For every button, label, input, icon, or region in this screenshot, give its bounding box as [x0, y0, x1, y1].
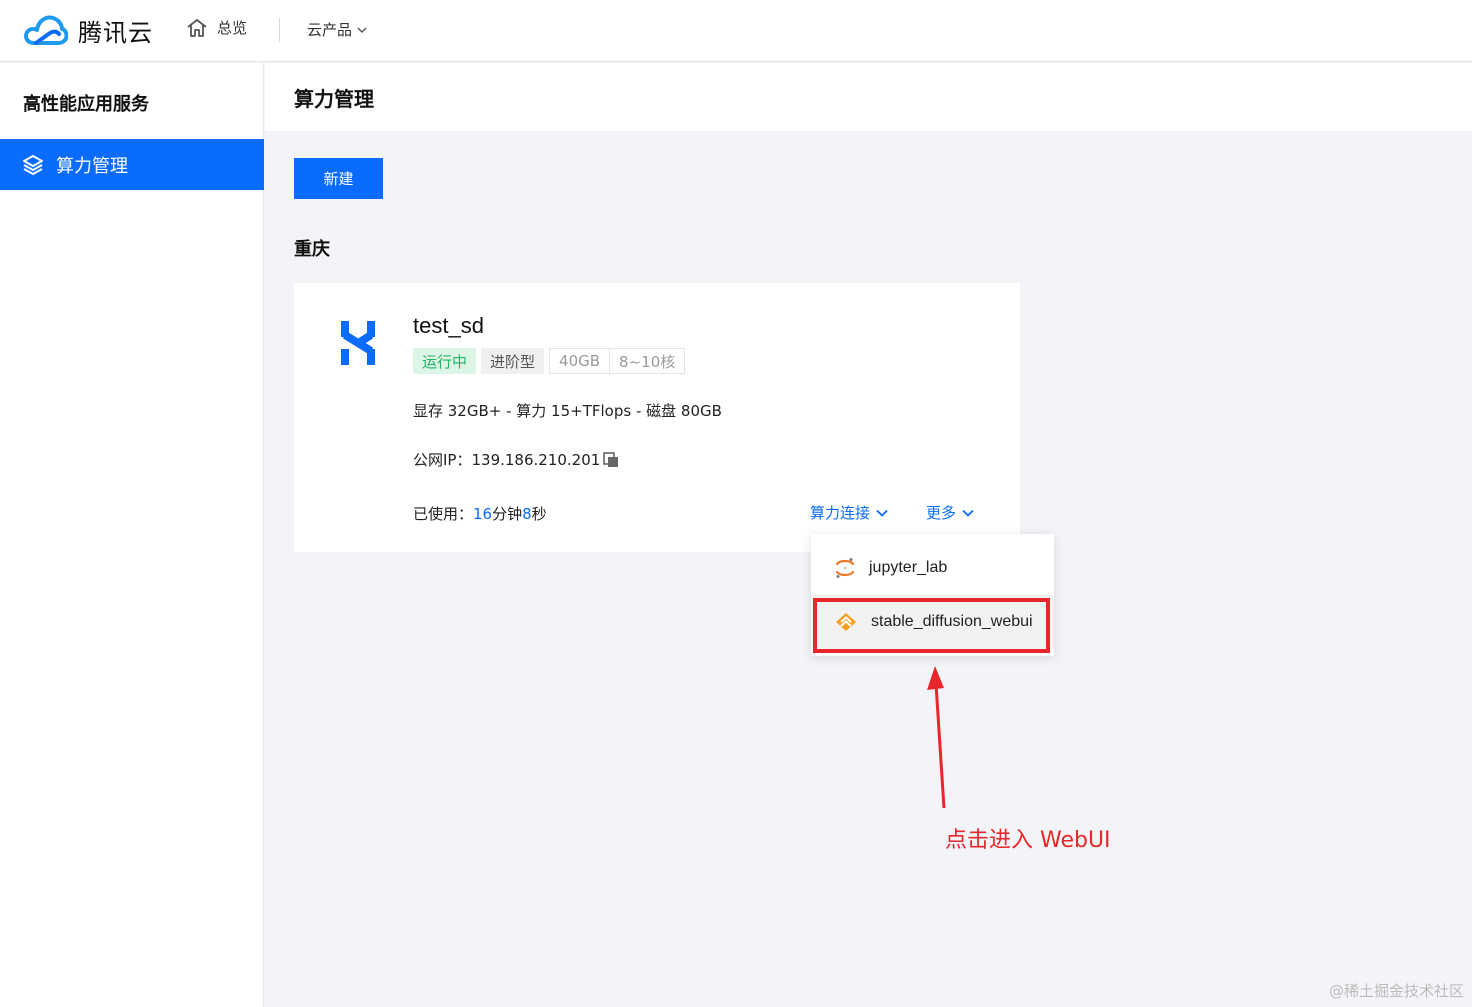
- more-label: 更多: [926, 504, 957, 522]
- gpu-memory-badge: 40GB: [549, 348, 611, 374]
- sidebar: 高性能应用服务 算力管理: [0, 63, 264, 1007]
- jupyter-icon: [835, 558, 855, 578]
- sidebar-item-label: 算力管理: [56, 155, 128, 177]
- menu-item-stable-diffusion-webui[interactable]: stable_diffusion_webui: [811, 595, 1054, 649]
- brand-logo[interactable]: 腾讯云: [22, 12, 153, 48]
- menu-item-label: jupyter_lab: [869, 559, 948, 576]
- nav-home-label: 总览: [217, 19, 248, 37]
- instance-specs: 显存 32GB+ - 算力 15+TFlops - 磁盘 80GB: [413, 402, 722, 420]
- menu-item-jupyter-lab[interactable]: jupyter_lab: [811, 541, 1054, 595]
- chevron-down-icon: [357, 26, 367, 33]
- nav-products[interactable]: 云产品: [307, 19, 367, 40]
- instance-logo-icon: [341, 321, 375, 365]
- annotation-arrow: [927, 666, 946, 809]
- page-title: 算力管理: [294, 87, 374, 111]
- cloud-logo-icon: [24, 15, 68, 45]
- connect-dropdown-menu: jupyter_lab stable_diffusion_webui: [811, 534, 1054, 656]
- usage-minute-unit: 分钟: [492, 505, 523, 523]
- connect-dropdown-link[interactable]: 算力连接: [810, 502, 888, 523]
- chevron-down-icon: [876, 509, 888, 517]
- usage-label: 已使用：: [413, 505, 474, 523]
- ip-label: 公网IP：: [413, 451, 472, 469]
- usage-minutes: 16: [473, 505, 493, 523]
- status-badge: 运行中: [413, 348, 477, 374]
- plan-badge: 进阶型: [481, 348, 545, 374]
- ip-row: 公网IP： 139.186.210.201: [413, 449, 619, 470]
- page-header: 算力管理: [265, 63, 1472, 131]
- usage-seconds: 8: [522, 505, 532, 523]
- connect-label: 算力连接: [810, 504, 871, 522]
- instance-name[interactable]: test_sd: [413, 313, 484, 339]
- brand-name: 腾讯云: [78, 18, 153, 47]
- instance-tags: 运行中 进阶型 40GB 8~10核: [413, 348, 690, 374]
- chevron-down-icon: [962, 509, 974, 517]
- top-bar: 腾讯云 总览 云产品: [0, 0, 1472, 62]
- menu-item-label: stable_diffusion_webui: [871, 613, 1033, 630]
- usage-row: 已使用：16分钟8秒: [413, 503, 547, 524]
- region-title: 重庆: [294, 239, 330, 260]
- annotation-text: 点击进入 WebUI: [945, 828, 1111, 853]
- more-dropdown-link[interactable]: 更多: [926, 502, 974, 523]
- sidebar-title: 高性能应用服务: [23, 94, 149, 115]
- copy-icon[interactable]: [603, 451, 619, 468]
- watermark: @稀土掘金技术社区: [1328, 982, 1464, 1000]
- layers-icon: [23, 154, 43, 175]
- stable-diffusion-icon: [836, 613, 856, 631]
- home-icon: [187, 18, 207, 37]
- nav-products-label: 云产品: [307, 21, 353, 39]
- usage-second-unit: 秒: [531, 505, 547, 523]
- new-button[interactable]: 新建: [294, 158, 383, 199]
- instance-card: test_sd 运行中 进阶型 40GB 8~10核 显存 32GB+ - 算力…: [294, 283, 1020, 552]
- ip-value: 139.186.210.201: [471, 450, 601, 469]
- sidebar-item-compute[interactable]: 算力管理: [0, 139, 264, 190]
- nav-divider: [279, 18, 280, 42]
- cores-badge: 8~10核: [610, 348, 686, 374]
- nav-home[interactable]: 总览: [186, 17, 247, 38]
